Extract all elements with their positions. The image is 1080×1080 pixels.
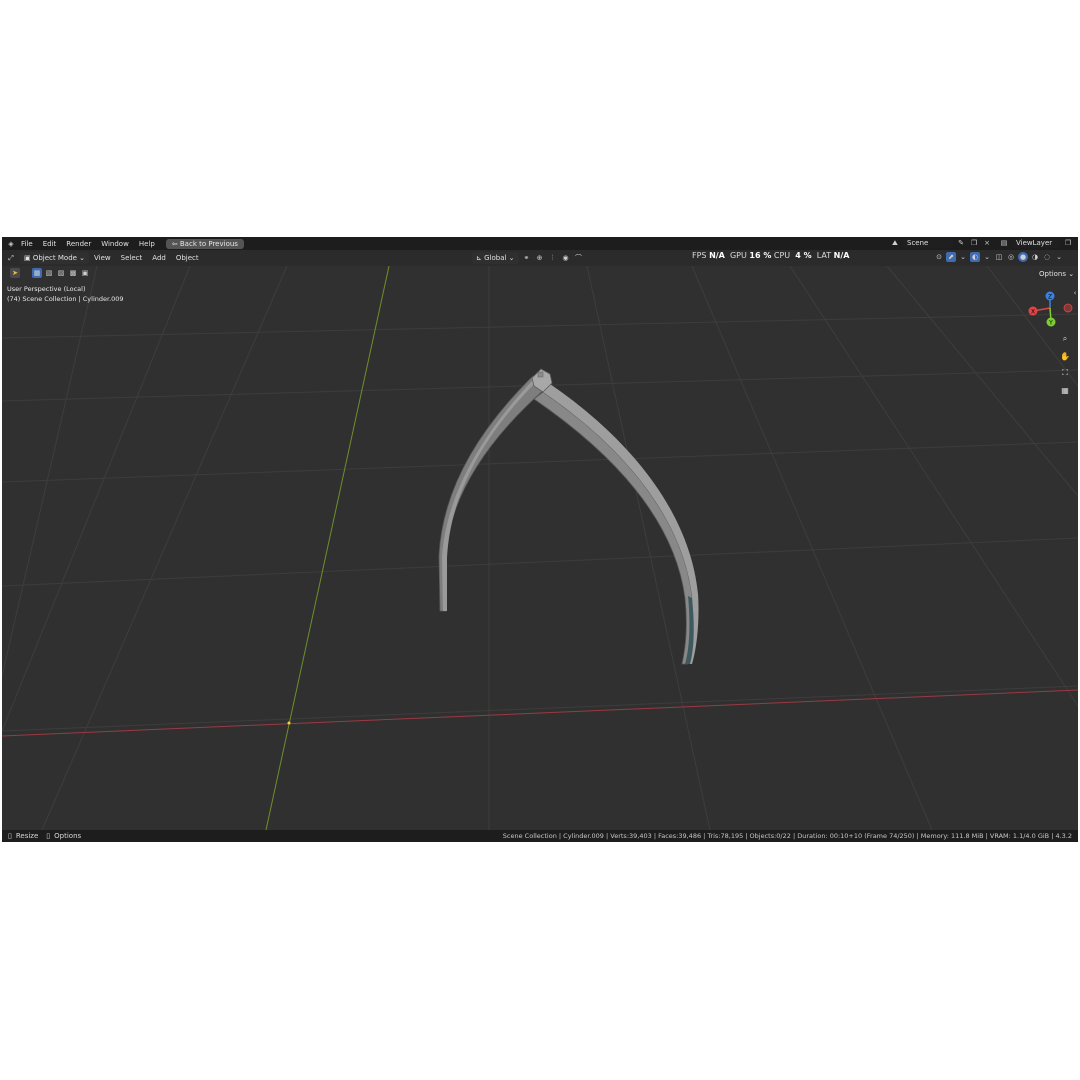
editor-type-icon[interactable]: ⤢ [6, 253, 16, 263]
navigation-gizmo[interactable]: Z X Y [1022, 290, 1078, 340]
chevron-down-icon[interactable]: ⌄ [982, 252, 992, 262]
mouse-left-icon: ▯ [8, 832, 12, 840]
select-extend-icon[interactable]: ▧ [44, 268, 54, 278]
select-subtract-icon[interactable]: ▨ [56, 268, 66, 278]
visibility-icon[interactable]: ⊙ [934, 252, 944, 262]
material-shading-icon[interactable]: ◑ [1030, 252, 1040, 262]
menu-render[interactable]: Render [61, 240, 96, 248]
fps-value: N/A [709, 251, 725, 260]
menu-select[interactable]: Select [116, 254, 148, 262]
zoom-icon[interactable]: ⌕ [1059, 333, 1071, 345]
new-view-layer-icon[interactable]: ❐ [1063, 238, 1073, 248]
viewport-canvas[interactable] [2, 266, 1078, 830]
gpu-label: GPU [729, 251, 747, 260]
back-icon: ⇦ [171, 239, 180, 248]
chevron-down-icon: ⌄ [1066, 270, 1075, 278]
blender-logo-icon[interactable]: ◈ [6, 239, 16, 249]
select-new-icon[interactable]: ▦ [32, 268, 42, 278]
blender-window: ◈ File Edit Render Window Help ⇦ Back to… [2, 237, 1078, 842]
gizmo-neg-x-ball[interactable] [1063, 303, 1073, 313]
chevron-down-icon[interactable]: ⌄ [1054, 252, 1064, 262]
menu-view[interactable]: View [89, 254, 116, 262]
tool-settings: ➤ ▦ ▧ ▨ ▩ ▣ [10, 268, 90, 278]
gizmo-x-label: X [1031, 309, 1035, 316]
cpu-value: 4 % [795, 251, 812, 260]
menu-window[interactable]: Window [96, 240, 134, 248]
view-layer-field[interactable]: ViewLayer [1012, 238, 1060, 248]
solid-shading-icon[interactable]: ● [1018, 252, 1028, 262]
gizmo-toggle-icon[interactable]: ⬈ [946, 252, 956, 262]
viewport-header: ⤢ ▣ Object Mode ⌄ View Select Add Object… [2, 250, 1078, 266]
pivot-icon[interactable]: ⚭ [522, 253, 532, 263]
gpu-value: 16 % [749, 251, 772, 260]
hinge-block [537, 371, 544, 378]
chevron-down-icon[interactable]: ⌄ [958, 252, 968, 262]
rendered-shading-icon[interactable]: ◌ [1042, 252, 1052, 262]
scene-field[interactable]: Scene [903, 238, 953, 248]
view-layer-icon[interactable]: ▤ [999, 238, 1009, 248]
gizmo-z-label: Z [1048, 294, 1052, 301]
mode-label: Object Mode [32, 254, 77, 262]
orientation-label: Global [484, 254, 507, 262]
status-resize: Resize [15, 832, 39, 840]
wireframe-shading-icon[interactable]: ◎ [1006, 252, 1016, 262]
select-intersect-icon[interactable]: ▣ [80, 268, 90, 278]
view-name-label: User Perspective (Local) [7, 285, 86, 293]
fps-label: FPS [692, 251, 707, 260]
viewport-background [2, 266, 1078, 830]
menu-file[interactable]: File [16, 240, 38, 248]
perspective-grid-icon[interactable]: ▦ [1059, 384, 1071, 396]
status-bar: ▯ Resize ▯ Options Scene Collection | Cy… [2, 830, 1078, 842]
transform-orientation-dropdown[interactable]: ⊾ Global ⌄ [472, 252, 519, 264]
snap-target-icon[interactable]: ⫶ [548, 253, 558, 263]
chevron-down-icon: ⌄ [506, 254, 515, 262]
xray-icon[interactable]: ◫ [994, 252, 1004, 262]
status-options: Options [54, 832, 82, 840]
snap-icon[interactable]: ⊕ [535, 253, 545, 263]
pan-hand-icon[interactable]: ✋ [1059, 350, 1071, 362]
gizmo-y-label: Y [1048, 320, 1053, 327]
menu-add[interactable]: Add [147, 254, 171, 262]
lat-value: N/A [833, 251, 850, 260]
perf-stats: FPS N/A GPU 16 % CPU 4 % LAT N/A [692, 251, 849, 260]
mouse-right-icon: ▯ [46, 832, 51, 840]
collection-info-label: (74) Scene Collection | Cylinder.009 [7, 295, 124, 303]
camera-view-icon[interactable]: ⛶ [1059, 367, 1071, 379]
menu-object[interactable]: Object [171, 254, 204, 262]
chevron-down-icon: ⌄ [76, 254, 86, 262]
world-origin [287, 721, 291, 725]
options-label: Options [1039, 270, 1067, 278]
delete-view-layer-icon[interactable]: × [1076, 238, 1078, 248]
lat-label: LAT [816, 251, 832, 260]
overlays-toggle-icon[interactable]: ◐ [970, 252, 980, 262]
proportional-falloff-icon[interactable]: ⌒ [574, 253, 584, 263]
select-tool-icon[interactable]: ➤ [10, 268, 20, 278]
top-menu-bar: ◈ File Edit Render Window Help ⇦ Back to… [2, 237, 1078, 250]
cpu-label: CPU [773, 251, 791, 260]
proportional-edit-icon[interactable]: ◉ [561, 253, 571, 263]
scene-icon[interactable]: ⛰ [890, 238, 900, 248]
menu-help[interactable]: Help [134, 240, 160, 248]
select-invert-icon[interactable]: ▩ [68, 268, 78, 278]
back-to-previous-button[interactable]: ⇦ Back to Previous [165, 238, 244, 249]
menu-edit[interactable]: Edit [38, 240, 62, 248]
delete-scene-icon[interactable]: × [982, 238, 992, 248]
mode-dropdown[interactable]: ▣ Object Mode ⌄ [20, 252, 90, 264]
scene-statistics: Scene Collection | Cylinder.009 | Verts:… [502, 832, 1072, 840]
3d-viewport[interactable]: User Perspective (Local) (74) Scene Coll… [2, 251, 1078, 830]
orientation-icon: ⊾ [476, 254, 485, 262]
new-scene-icon[interactable]: ❐ [969, 238, 979, 248]
back-to-previous-label: Back to Previous [179, 239, 238, 248]
options-dropdown[interactable]: Options ⌄ [1035, 268, 1078, 280]
object-mode-icon: ▣ [24, 254, 33, 262]
pin-icon[interactable]: ✎ [956, 238, 966, 248]
